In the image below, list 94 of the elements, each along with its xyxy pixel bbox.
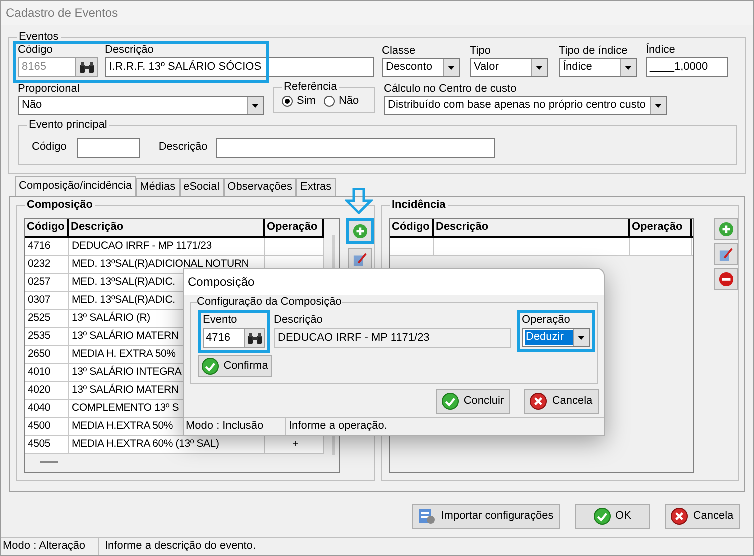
add-button[interactable] [346, 218, 374, 244]
dropdown-button[interactable] [620, 59, 636, 76]
confirm-button[interactable]: Confirma [198, 355, 272, 377]
tab[interactable]: Observações [224, 178, 296, 196]
code-field[interactable] [76, 138, 140, 158]
tab[interactable]: Extras [296, 178, 336, 196]
dropdown-button[interactable] [650, 97, 666, 114]
import-button[interactable]: Importar configurações [412, 504, 560, 529]
table-cell: 2650 [25, 346, 69, 363]
field-label: Cálculo no Centro de custo [384, 82, 518, 96]
column-header[interactable]: Operação [630, 219, 692, 236]
table-cell: 4020 [25, 382, 69, 399]
table-cell: 4040 [25, 400, 69, 417]
column-header[interactable]: Descrição [434, 219, 630, 236]
dropdown-button[interactable] [531, 59, 547, 76]
column-header[interactable]: Código [390, 219, 434, 236]
cancel-button[interactable]: Cancela [524, 389, 599, 414]
remove-icon [718, 272, 734, 286]
table-cell: DEDUCAO IRRF - MP 1171/23 [69, 238, 265, 255]
import-icon [418, 508, 436, 525]
description-field[interactable]: I.R.R.F. 13º SALÁRIO SÓCIOS [105, 57, 374, 77]
group-title: Composição [25, 197, 96, 213]
table-cell: 0257 [25, 274, 69, 291]
column-header[interactable]: Código [25, 219, 69, 236]
conclude-button[interactable]: Concluir [436, 389, 510, 414]
column-header[interactable]: Operação [265, 219, 324, 236]
field-label: Descrição [274, 313, 324, 328]
tab[interactable]: eSocial [180, 178, 224, 196]
class-select[interactable]: Desconto [382, 58, 460, 77]
caret-icon [252, 104, 259, 108]
field-label: Evento [203, 313, 238, 328]
index-field[interactable]: ____1,0000 [646, 57, 728, 77]
caret-icon [578, 336, 585, 340]
remove-button[interactable] [714, 268, 738, 290]
field-label: Código [18, 43, 54, 57]
field-label: Operação [522, 313, 572, 328]
check-icon [594, 508, 611, 525]
window-title: Cadastro de Eventos [6, 5, 118, 22]
cancel-icon [530, 393, 548, 410]
edit-button[interactable] [348, 248, 372, 270]
index-type-select[interactable]: Índice [559, 58, 637, 77]
radio-button[interactable]: Não [324, 92, 360, 110]
field-label: Proporcional [18, 82, 81, 96]
column-header[interactable]: Descrição [69, 219, 265, 236]
check-icon [442, 393, 459, 410]
edit-button[interactable] [714, 243, 738, 265]
tab[interactable]: Composição/incidência [15, 176, 136, 196]
tab[interactable]: Médias [136, 178, 180, 196]
table-cell: 0232 [25, 256, 69, 273]
status-message: Informe a operação. [288, 419, 388, 434]
table-cell: 0307 [25, 292, 69, 309]
scrollbar[interactable] [40, 461, 58, 463]
caret-icon [625, 66, 632, 70]
operation-select[interactable]: Deduzir [522, 328, 590, 347]
check-icon [202, 358, 219, 374]
table-cell: 2525 [25, 310, 69, 327]
edit-icon [718, 246, 734, 262]
status-mode: Modo : Alteração [1, 538, 99, 555]
status-message: Informe a descrição do evento. [104, 539, 256, 554]
dialog-title: Composição [188, 274, 255, 291]
table-cell: 4716 [25, 238, 69, 255]
add-icon [718, 222, 734, 236]
description-field[interactable] [216, 138, 495, 158]
table-cell: 4010 [25, 364, 69, 381]
field-label: Classe [382, 44, 417, 58]
dropdown-button[interactable] [573, 329, 589, 346]
add-icon [352, 224, 368, 238]
type-select[interactable]: Valor [470, 58, 548, 77]
caret-icon [655, 104, 662, 108]
field-label: Código [32, 140, 67, 156]
add-button[interactable] [714, 218, 738, 240]
field-label: Tipo [470, 44, 492, 58]
cost-center-select[interactable]: Distribuído com base apenas no próprio centro custo [384, 96, 667, 115]
field-label: Tipo de índice [559, 44, 629, 58]
dropdown-button[interactable] [443, 59, 459, 76]
group-title: Evento principal [27, 117, 110, 133]
table-cell: 4505 [25, 436, 69, 453]
field-label: Descrição [158, 140, 208, 156]
edit-icon [352, 252, 368, 266]
caret-icon [448, 66, 455, 70]
group-title: Configuração da Composição [197, 295, 342, 309]
caret-icon [536, 66, 543, 70]
description-field: DEDUCAO IRRF - MP 1171/23 [274, 328, 511, 348]
field-label: Descrição [105, 43, 155, 57]
proportional-select[interactable]: Não [18, 96, 264, 115]
status-mode: Modo : Inclusão [184, 418, 286, 435]
table-cell: 4500 [25, 418, 69, 435]
dropdown-button[interactable] [247, 97, 263, 114]
table-cell: 2535 [25, 328, 69, 345]
cancel-icon [671, 508, 688, 525]
ok-button[interactable]: OK [575, 504, 650, 529]
cancel-button[interactable]: Cancela [665, 504, 740, 529]
radio-button[interactable]: Sim [282, 92, 316, 110]
field-label: Índice [646, 43, 676, 57]
